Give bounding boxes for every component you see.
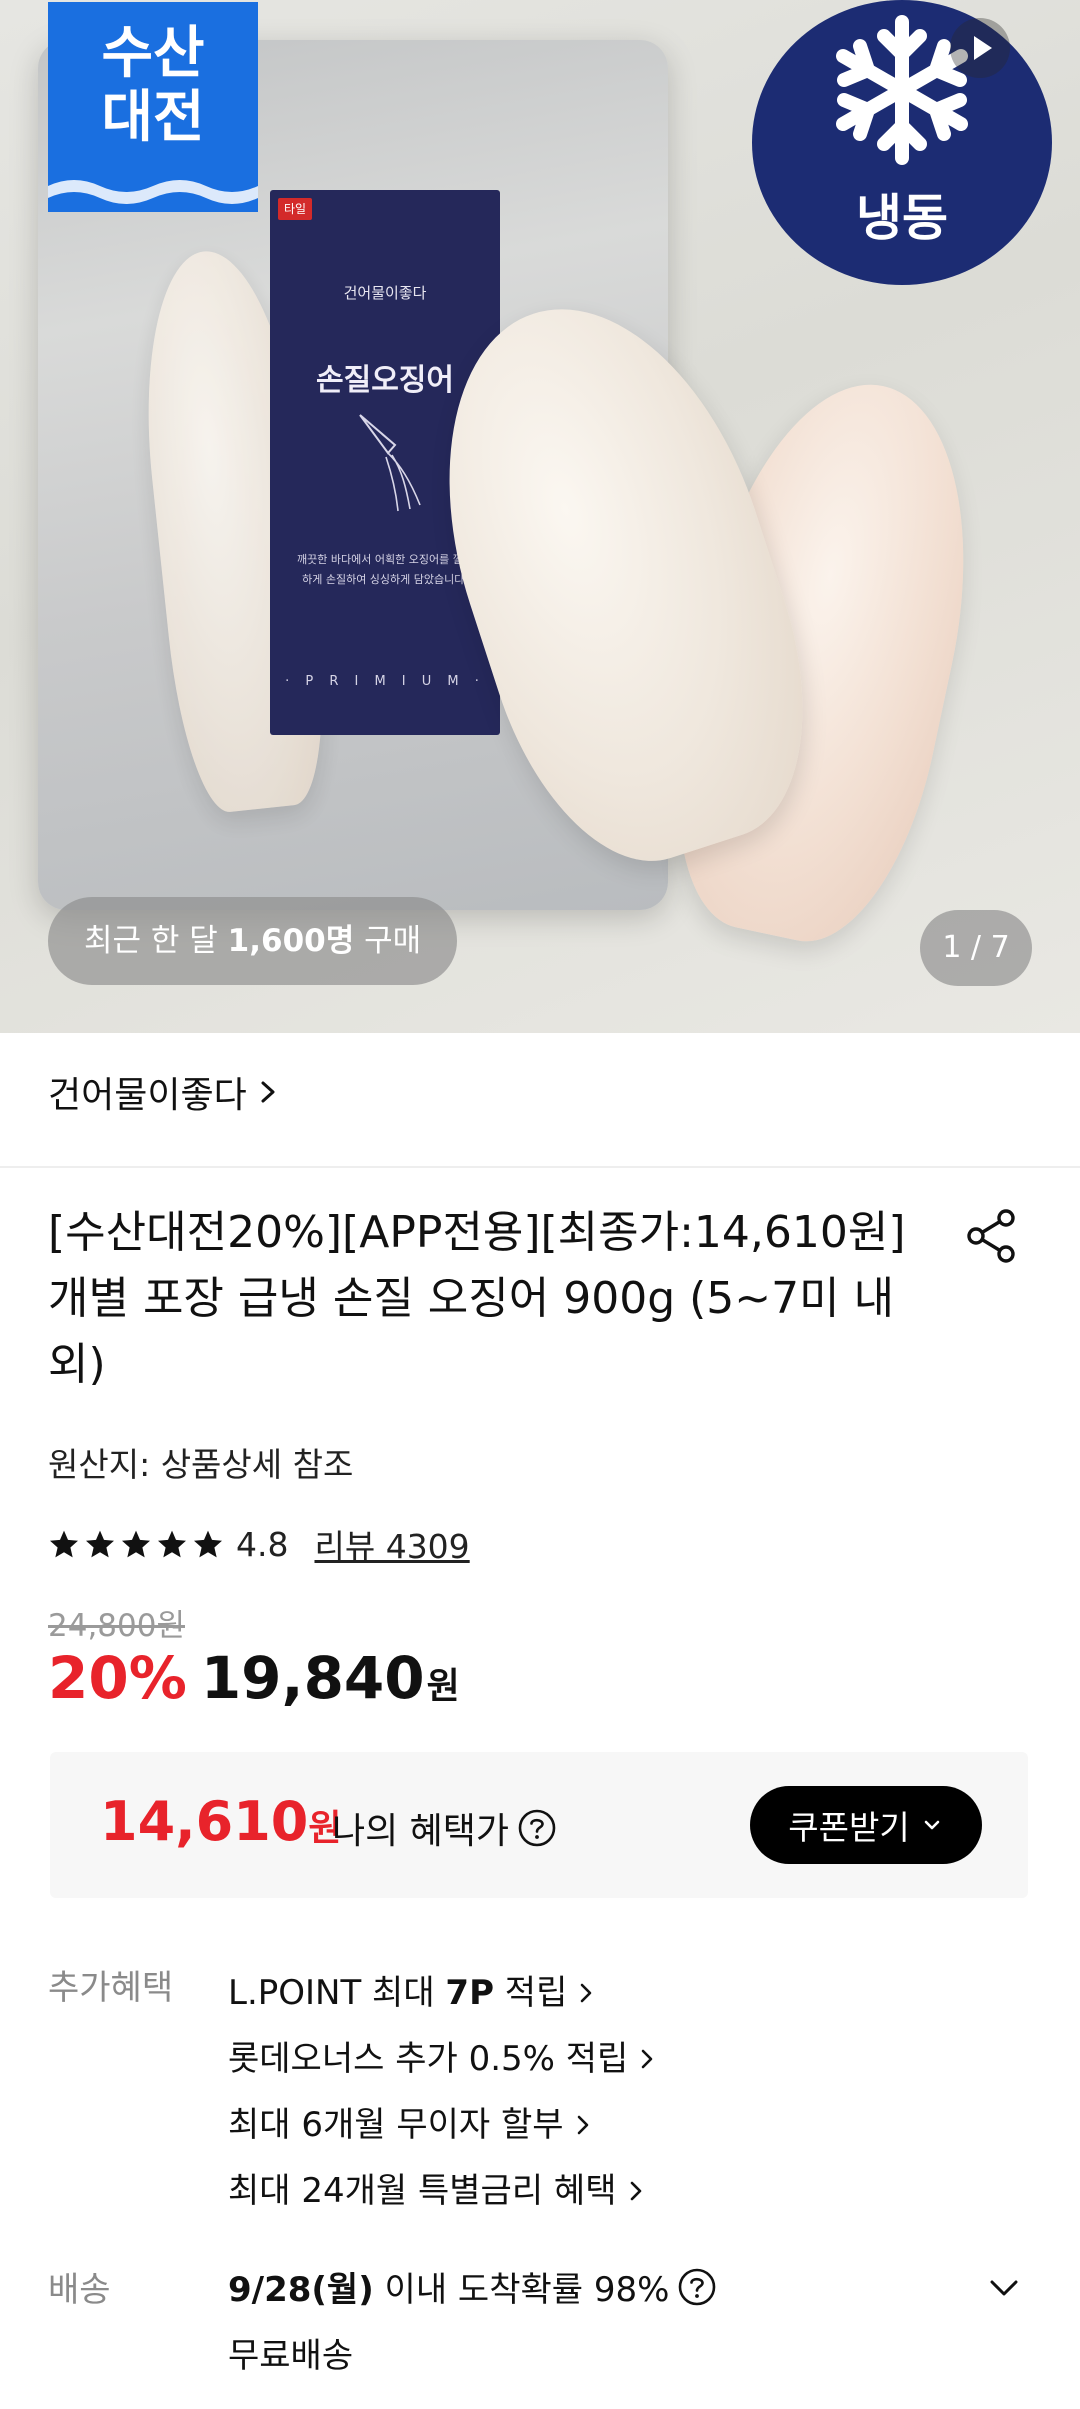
frozen-label: 냉동 xyxy=(856,189,948,247)
seller-name: 건어물이좋다 xyxy=(48,1075,247,1116)
original-price: 24,800원 xyxy=(48,1608,185,1644)
recent-buyers-chip: 최근 한 달 1,600명 구매 xyxy=(48,897,458,985)
star-icon xyxy=(122,1530,150,1558)
benefit-price-box: 14,610 원 나의 혜택가 쿠폰받기 xyxy=(50,1752,1028,1898)
package-description: 깨끗한 바다에서 어획한 오징어를 깔끔하게 손질하여 싱싱하게 담았습니다. xyxy=(297,553,473,586)
benefit-text: 적립 xyxy=(494,1973,568,2013)
rating-row: 4.8 리뷰 4309 xyxy=(48,1520,470,1568)
benefit-label-text: 나의 혜택가 xyxy=(332,1811,510,1852)
star-icon xyxy=(50,1530,78,1558)
discount-rate: 20% xyxy=(48,1644,187,1712)
squid-illustration-icon xyxy=(359,414,421,512)
play-icon xyxy=(974,36,992,60)
section-divider xyxy=(0,1166,1080,1168)
package-premium: · P R I M I U M · xyxy=(285,674,485,689)
star-icon xyxy=(158,1530,186,1558)
star-icon xyxy=(86,1530,114,1558)
share-icon xyxy=(967,1209,1015,1263)
chevron-right-icon xyxy=(577,2115,588,2135)
chevron-right-icon xyxy=(261,1081,275,1103)
help-circle-icon[interactable] xyxy=(677,2267,717,2307)
benefit-bold: 7P xyxy=(445,1973,494,2013)
benefit-text: 롯데오너스 추가 0.5% 적립 xyxy=(228,2039,629,2079)
seafood-sale-badge: 수산 대전 xyxy=(48,2,258,212)
extra-benefits-list: L.POINT 최대 7P 적립 롯데오너스 추가 0.5% 적립 최대 6개월… xyxy=(228,1960,656,2224)
benefit-label: 나의 혜택가 xyxy=(332,1802,557,1854)
star-rating xyxy=(48,1528,224,1560)
wave-icon xyxy=(48,180,258,212)
benefit-text: 최대 24개월 특별금리 혜택 xyxy=(228,2171,617,2211)
buyers-suffix: 구매 xyxy=(354,923,422,959)
benefit-price-amount: 14,610 xyxy=(100,1790,309,1853)
benefit-item-lotte-owners[interactable]: 롯데오너스 추가 0.5% 적립 xyxy=(228,2026,656,2092)
coupon-button-label: 쿠폰받기 xyxy=(788,1808,910,1847)
benefit-item-special-rate[interactable]: 최대 24개월 특별금리 혜택 xyxy=(228,2158,656,2224)
shipping-rate: 이내 도착확률 98% xyxy=(373,2270,670,2310)
share-button[interactable] xyxy=(962,1206,1022,1266)
benefit-price: 14,610 원 xyxy=(100,1790,342,1853)
rating-score: 4.8 xyxy=(236,1524,289,1564)
chevron-down-icon xyxy=(924,1820,940,1830)
chevron-right-icon xyxy=(642,2049,653,2069)
sale-badge-line2: 대전 xyxy=(101,85,205,150)
benefit-text: 최대 6개월 무이자 할부 xyxy=(228,2105,564,2145)
chevron-right-icon xyxy=(581,1983,592,2003)
benefit-text: L.POINT 최대 xyxy=(228,1973,446,2013)
shipping-heading: 배송 xyxy=(48,2270,111,2310)
extra-benefits-heading: 추가혜택 xyxy=(48,1968,174,2008)
shipping-fee: 무료배송 xyxy=(228,2336,354,2376)
image-page-indicator: 1 / 7 xyxy=(920,910,1032,986)
chevron-down-icon[interactable] xyxy=(984,2268,1024,2308)
play-video-button[interactable] xyxy=(950,18,1010,78)
shipping-date: 9/28(월) xyxy=(228,2270,374,2310)
buyers-count: 1,600명 xyxy=(227,923,355,959)
shipping-section[interactable]: 배송 9/28(월) 이내 도착확률 98% 무료배송 xyxy=(48,2262,1048,2382)
product-image-carousel[interactable]: 타일 건어물이좋다 손질오징어 깨끗한 바다에서 어획한 오징어를 깔끔하게 손… xyxy=(0,0,1080,1033)
review-link[interactable]: 리뷰 4309 xyxy=(314,1520,469,1568)
sale-price-row: 20% 19,840 원 xyxy=(48,1644,460,1712)
package-tag: 타일 xyxy=(278,198,312,220)
benefit-item-lpoint[interactable]: L.POINT 최대 7P 적립 xyxy=(228,1960,656,2026)
get-coupon-button[interactable]: 쿠폰받기 xyxy=(750,1786,982,1864)
buyers-prefix: 최근 한 달 xyxy=(84,923,228,959)
star-icon xyxy=(194,1530,222,1558)
product-title: [수산대전20%][APP전용][최종가:14,610원]개별 포장 급냉 손질… xyxy=(48,1207,906,1390)
seller-link[interactable]: 건어물이좋다 xyxy=(48,1066,279,1118)
price-unit: 원 xyxy=(426,1666,460,1707)
sale-badge-line1: 수산 xyxy=(101,21,205,86)
shipping-eta: 9/28(월) 이내 도착확률 98% xyxy=(228,2262,717,2311)
benefit-item-installment[interactable]: 최대 6개월 무이자 할부 xyxy=(228,2092,656,2158)
chevron-right-icon xyxy=(630,2181,641,2201)
origin-info: 원산지: 상품상세 참조 xyxy=(48,1445,354,1484)
sale-price: 19,840 xyxy=(200,1644,425,1712)
help-circle-icon[interactable] xyxy=(517,1808,557,1848)
package-brand: 건어물이좋다 xyxy=(343,284,427,302)
